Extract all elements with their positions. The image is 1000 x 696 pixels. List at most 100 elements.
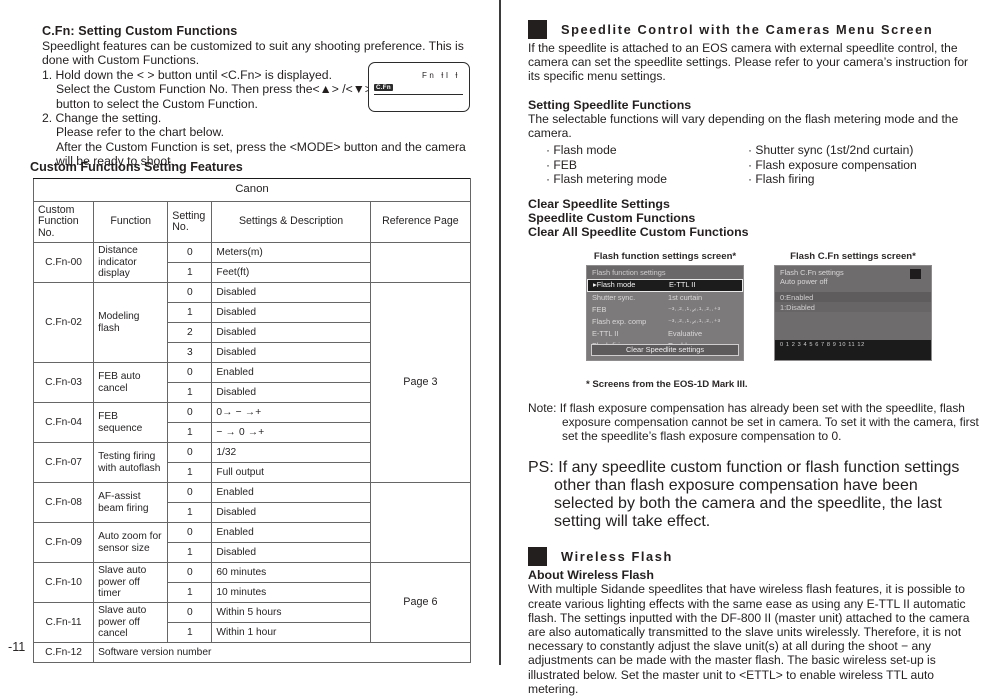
setting-speedlite-functions-heading: Setting Speedlite Functions — [528, 97, 692, 112]
cell-setting-description: 0→ − →+ — [211, 402, 371, 423]
menu-row-label: E-TTL II — [592, 328, 619, 338]
menu-row-shutter-sync: Shutter sync. 1st curtain — [587, 292, 743, 304]
section-title-speedlite-control: Speedlite Control with the Cameras Menu … — [561, 22, 934, 37]
setting-speedlite-functions-body: The selectable functions will vary depen… — [528, 111, 959, 140]
cell-setting-number: 1 — [167, 462, 213, 483]
cell-cfn-number: C.Fn‑04 — [32, 402, 95, 443]
table-brand-cell: Canon — [33, 178, 471, 202]
cell-setting-description: Disabled — [211, 302, 371, 323]
section-title-wireless-flash: Wireless Flash — [561, 549, 673, 565]
menu-row-value: Evaluative — [668, 328, 703, 338]
table-row: C.Fn‑10 Slave auto power off timer 0 60 min… — [32, 562, 472, 643]
cell-setting-description: Within 1 hour — [211, 622, 371, 643]
menu-row-label: Flash exp. comp — [592, 316, 647, 326]
list-item: · Flash metering mode — [546, 172, 667, 187]
cell-setting-description: Disabled — [211, 322, 371, 343]
section1-body: If the speedlite is attached to an EOS c… — [528, 41, 969, 84]
cell-setting-description: Disabled — [211, 342, 371, 363]
cell-setting-description: Enabled — [211, 362, 371, 383]
cfn-number-strip: 0 1 2 3 4 5 6 7 8 9 10 11 12 — [775, 339, 931, 360]
list-item: · Shutter sync (1st/2nd curtain) — [748, 143, 914, 158]
cfn-option-0: 0:Enabled — [775, 291, 931, 302]
menu-row-value: ⁻³··²··¹··̷··¹··²··⁺³ — [668, 304, 721, 314]
page-title: C.Fn: Setting Custom Functions — [42, 24, 238, 38]
custom-functions-table: Canon Custom Function No. Function Setting … — [32, 178, 472, 663]
cell-setting-description: Enabled — [211, 522, 371, 543]
left-page: C.Fn: Setting Custom Functions Speedligh… — [0, 0, 500, 665]
header-setting-no: Setting No. — [167, 201, 213, 243]
header-cfn-no: Custom Function No. — [32, 201, 95, 243]
header-reference-page: Reference Page — [369, 201, 472, 243]
list-item: · Flash firing — [748, 172, 815, 187]
cell-setting-number: 0 — [167, 362, 213, 383]
lcd-fn-readout: Fn ƗI Ɨ — [422, 71, 460, 80]
cell-function: Modeling flash — [93, 282, 169, 363]
flash-cfn-settings-caption: Flash C.Fn settings screen* — [790, 250, 916, 262]
speedlite-custom-functions-line: Speedlite Custom Functions — [528, 210, 696, 225]
cell-setting-number: 2 — [167, 322, 213, 343]
cell-setting-description: Disabled — [211, 542, 371, 563]
table-row-last: C.Fn‑12 Software version number — [32, 642, 471, 663]
cell-setting-description: − → 0 →+ — [211, 422, 371, 443]
about-wireless-flash-heading: About Wireless Flash — [528, 568, 654, 583]
flash-cfn-settings-screen: Flash C.Fn settings Auto power off 0:Ena… — [774, 264, 932, 361]
step-2-line-3: After the Custom Function is set, press … — [56, 139, 466, 154]
flash-function-settings-screenshot: Flash function settings screen* Flash fu… — [586, 251, 744, 361]
cell-cfn-number: C.Fn‑02 — [32, 282, 95, 363]
table-row: C.Fn‑02 Modeling flash 0 Disabled Page 3 — [32, 282, 472, 483]
screens-footnote: * Screens from the EOS-1D Mark III. — [586, 378, 748, 390]
section-header-wireless-flash: Wireless Flash — [528, 547, 980, 567]
cell-setting-number: 0 — [167, 602, 213, 623]
cell-setting-description: Feet(ft) — [211, 262, 371, 283]
section-header-speedlite-control: Speedlite Control with the Cameras Menu … — [528, 20, 980, 39]
menu-row-flash-exp-comp: Flash exp. comp ⁻³··²··¹··̷··¹··²··⁺³ — [587, 316, 743, 328]
cell-function: Auto zoom for sensor size — [93, 522, 169, 563]
menu-row-value: 1st curtain — [668, 292, 703, 302]
menu-row-feb: FEB ⁻³··²··¹··̷··¹··²··⁺³ — [587, 304, 743, 316]
lcd-divider-line — [374, 94, 463, 96]
lcd-screenshot-group: Flash function settings screen* Flash fu… — [528, 247, 980, 375]
cell-setting-number: 1 — [167, 622, 213, 643]
cell-cfn-number: C.Fn‑09 — [32, 522, 95, 563]
page-number-left: -11 — [8, 640, 26, 654]
cell-reference-page: Page 3 — [369, 282, 472, 483]
cell-function: AF‑assist beam firing — [93, 482, 169, 523]
cell-setting-description: Disabled — [211, 382, 371, 403]
step-2-line-2: Please refer to the chart below. — [56, 125, 225, 140]
note-label: Note: — [528, 400, 557, 415]
menu-row-label: Shutter sync. — [592, 292, 636, 302]
clear-all-speedlite-custom-functions-line: Clear All Speedlite Custom Functions — [528, 224, 749, 239]
cell-setting-description: 60 minutes — [211, 562, 371, 583]
section-marker-square-icon — [528, 20, 547, 39]
header-settings-description: Settings & Description — [211, 201, 371, 243]
cell-setting-number: 1 — [167, 502, 213, 523]
list-item: · Flash exposure compensation — [748, 157, 917, 172]
table-brand-row: Canon — [33, 178, 471, 202]
table-header-row: Custom Function No. Function Setting No. Se… — [32, 201, 472, 243]
cfn-page-indicator-icon — [910, 268, 921, 279]
cell-setting-number: 0 — [167, 282, 213, 303]
cell-cfn-number: C.Fn‑08 — [32, 482, 95, 523]
table-row: C.Fn‑08 AF‑assist beam firing 0 Enabled — [32, 482, 472, 563]
cell-cfn-number: C.Fn‑12 — [32, 642, 95, 663]
menu-row-value: E‑TTL II — [669, 279, 696, 289]
cell-function: Testing firing with autoflash — [93, 442, 169, 483]
note-text: If flash exposure compensation has alrea… — [559, 400, 979, 444]
menu-row-flash-mode: ▸Flash mode E‑TTL II — [587, 278, 743, 292]
cell-cfn-number: C.Fn‑03 — [32, 362, 95, 403]
cell-cfn-number: C.Fn‑11 — [32, 602, 95, 643]
menu-row-label: FEB — [592, 304, 607, 314]
cell-setting-number: 3 — [167, 342, 213, 363]
cell-setting-number: 1 — [167, 262, 213, 283]
cell-function: Slave auto power off cancel — [93, 602, 169, 643]
cell-reference-page — [369, 482, 472, 563]
list-item: · Flash mode — [546, 143, 617, 158]
menu-row-value: ⁻³··²··¹··̷··¹··²··⁺³ — [668, 316, 721, 326]
flash-function-settings-screen: Flash function settings ▸Flash mode E‑TT… — [586, 264, 744, 361]
cell-setting-description: Disabled — [211, 282, 371, 303]
ps-block: PS: If any speedlite custom function or … — [528, 459, 980, 531]
menu-row-ettl2: E-TTL II Evaluative — [587, 328, 743, 340]
note-block: Note: If flash exposure compensation has… — [528, 401, 980, 444]
selectable-functions-columns: · Flash mode · FEB · Flash metering mode… — [528, 143, 980, 187]
cell-setting-number: 1 — [167, 582, 213, 603]
